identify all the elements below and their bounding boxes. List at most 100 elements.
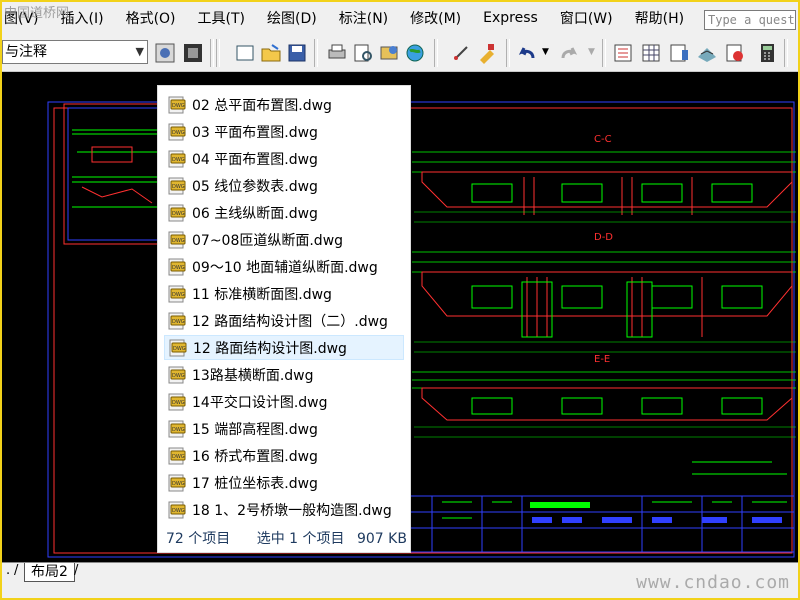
dim-style-icon[interactable] bbox=[182, 42, 204, 64]
publish-icon[interactable] bbox=[378, 42, 400, 64]
file-row[interactable]: DWG 17 桩位坐标表.dwg bbox=[164, 470, 404, 495]
file-row[interactable]: DWG 06 主线纵断面.dwg bbox=[164, 200, 404, 225]
file-list-panel: DWG 02 总平面布置图.dwg DWG 03 平面布置图.dwg DWG 04 平面布… bbox=[158, 86, 410, 552]
item-count: 72 个项目 bbox=[166, 531, 231, 547]
web-icon[interactable] bbox=[404, 42, 426, 64]
watermark-top: 中国道桥网 bbox=[4, 6, 70, 21]
tab-slash: / bbox=[14, 563, 19, 578]
notes-lines bbox=[692, 461, 787, 475]
dwg-file-icon: DWG bbox=[168, 258, 186, 275]
toolbar-separator bbox=[784, 39, 788, 67]
dwg-file-icon: DWG bbox=[168, 96, 186, 113]
file-name: 03 平面布置图.dwg bbox=[192, 124, 318, 141]
tab-slash: / bbox=[74, 563, 79, 578]
dwg-file-icon: DWG bbox=[168, 366, 186, 383]
print-icon[interactable] bbox=[326, 42, 348, 64]
save-icon[interactable] bbox=[286, 42, 308, 64]
menu-window[interactable]: 窗口(W) bbox=[560, 8, 613, 28]
dwg-file-icon: DWG bbox=[169, 339, 187, 356]
cut-icon[interactable] bbox=[450, 42, 472, 64]
menu-express[interactable]: Express bbox=[483, 10, 538, 26]
thumbnail-red-lines bbox=[81, 146, 153, 204]
file-name: 04 平面布置图.dwg bbox=[192, 151, 318, 168]
menu-help[interactable]: 帮助(H) bbox=[635, 8, 684, 28]
file-row[interactable]: DWG 02 总平面布置图.dwg bbox=[164, 92, 404, 117]
print-preview-icon[interactable] bbox=[352, 42, 374, 64]
open-folder-icon[interactable] bbox=[260, 42, 282, 64]
dwg-file-icon: DWG bbox=[168, 204, 186, 221]
file-row[interactable]: DWG 18 1、2号桥墩一般构造图.dwg bbox=[164, 497, 404, 522]
file-row[interactable]: DWG 12 路面结构设计图（二）.dwg bbox=[164, 308, 404, 333]
file-row[interactable]: DWG 13路基横断面.dwg bbox=[164, 362, 404, 387]
file-row[interactable]: DWG 12 路面结构设计图.dwg bbox=[164, 335, 404, 360]
style-dropdown[interactable]: 与注释 ▼ bbox=[2, 40, 148, 64]
section-label-d: D-D bbox=[594, 232, 613, 243]
calculator-icon[interactable] bbox=[756, 42, 778, 64]
svg-text:DWG: DWG bbox=[172, 373, 185, 379]
svg-text:DWG: DWG bbox=[172, 157, 185, 163]
file-row[interactable]: DWG 09～10 地面辅道纵断面.dwg bbox=[164, 254, 404, 279]
file-row[interactable]: DWG 03 平面布置图.dwg bbox=[164, 119, 404, 144]
dwg-file-icon: DWG bbox=[168, 501, 186, 518]
file-row[interactable]: DWG 16 桥式布置图.dwg bbox=[164, 443, 404, 468]
tool-palettes-icon[interactable] bbox=[668, 42, 690, 64]
toolbar-separator bbox=[314, 39, 318, 67]
chevron-down-icon[interactable]: ▼ bbox=[136, 41, 144, 63]
svg-text:DWG: DWG bbox=[172, 427, 185, 433]
menu-format[interactable]: 格式(O) bbox=[126, 8, 176, 28]
file-row[interactable]: DWG 14平交口设计图.dwg bbox=[164, 389, 404, 414]
section-d-d: D-D bbox=[412, 232, 796, 353]
dwg-file-icon: DWG bbox=[168, 447, 186, 464]
file-row[interactable]: DWG 11 标准横断面图.dwg bbox=[164, 281, 404, 306]
text-style-icon[interactable] bbox=[154, 42, 176, 64]
dwg-file-icon: DWG bbox=[168, 150, 186, 167]
menu-dimension[interactable]: 标注(N) bbox=[339, 8, 388, 28]
section-label-c: C-C bbox=[594, 134, 612, 145]
svg-text:DWG: DWG bbox=[172, 130, 185, 136]
toolbar-separator bbox=[210, 39, 214, 67]
toolbar-separator bbox=[434, 39, 438, 67]
file-row[interactable]: DWG 04 平面布置图.dwg bbox=[164, 146, 404, 171]
dwg-file-icon: DWG bbox=[168, 474, 186, 491]
dwg-file-icon: DWG bbox=[168, 393, 186, 410]
tab-arrow[interactable]: . bbox=[6, 563, 10, 578]
file-name: 12 路面结构设计图（二）.dwg bbox=[192, 313, 388, 330]
new-file-icon[interactable] bbox=[234, 42, 256, 64]
section-e-e: E-E bbox=[412, 354, 796, 438]
file-name: 11 标准横断面图.dwg bbox=[192, 286, 332, 303]
file-row[interactable]: DWG 05 线位参数表.dwg bbox=[164, 173, 404, 198]
sheet-set-icon[interactable] bbox=[696, 42, 718, 64]
thumbnail-lines bbox=[72, 129, 162, 208]
match-properties-icon[interactable] bbox=[476, 42, 498, 64]
selection-count: 选中 1 个项目 bbox=[256, 531, 345, 547]
selection-size: 907 KB bbox=[356, 531, 407, 547]
design-center-icon[interactable] bbox=[640, 42, 662, 64]
menu-modify[interactable]: 修改(M) bbox=[410, 8, 461, 28]
undo-icon[interactable] bbox=[516, 42, 538, 64]
menu-draw[interactable]: 绘图(D) bbox=[267, 8, 317, 28]
undo-dropdown-icon[interactable]: ▼ bbox=[542, 47, 549, 57]
redo-dropdown-icon[interactable]: ▼ bbox=[588, 47, 595, 57]
file-name: 16 桥式布置图.dwg bbox=[192, 448, 318, 465]
menu-tools[interactable]: 工具(T) bbox=[198, 8, 245, 28]
redo-icon[interactable] bbox=[558, 42, 580, 64]
file-name: 09～10 地面辅道纵断面.dwg bbox=[192, 259, 378, 276]
title-block bbox=[409, 495, 795, 553]
file-row[interactable]: DWG 15 端部高程图.dwg bbox=[164, 416, 404, 441]
properties-icon[interactable] bbox=[612, 42, 634, 64]
tab-layout2[interactable]: 布局2 bbox=[24, 563, 75, 582]
markup-icon[interactable] bbox=[724, 42, 746, 64]
dwg-file-icon: DWG bbox=[168, 420, 186, 437]
style-dropdown-value: 与注释 bbox=[5, 44, 47, 60]
file-name: 12 路面结构设计图.dwg bbox=[193, 340, 347, 357]
toolbar-separator bbox=[506, 39, 510, 67]
toolbar: 与注释 ▼ ▼ ▼ bbox=[2, 35, 798, 72]
dwg-file-icon: DWG bbox=[168, 285, 186, 302]
menu-bar: 图(V) 插入(I) 格式(O) 工具(T) 绘图(D) 标注(N) 修改(M)… bbox=[2, 2, 798, 34]
dwg-file-icon: DWG bbox=[168, 177, 186, 194]
help-search-input[interactable]: Type a quest bbox=[704, 10, 796, 30]
file-row[interactable]: DWG 07~08匝道纵断面.dwg bbox=[164, 227, 404, 252]
thumbnail-inner bbox=[67, 107, 161, 241]
svg-text:DWG: DWG bbox=[172, 400, 185, 406]
file-name: 13路基横断面.dwg bbox=[192, 367, 314, 384]
